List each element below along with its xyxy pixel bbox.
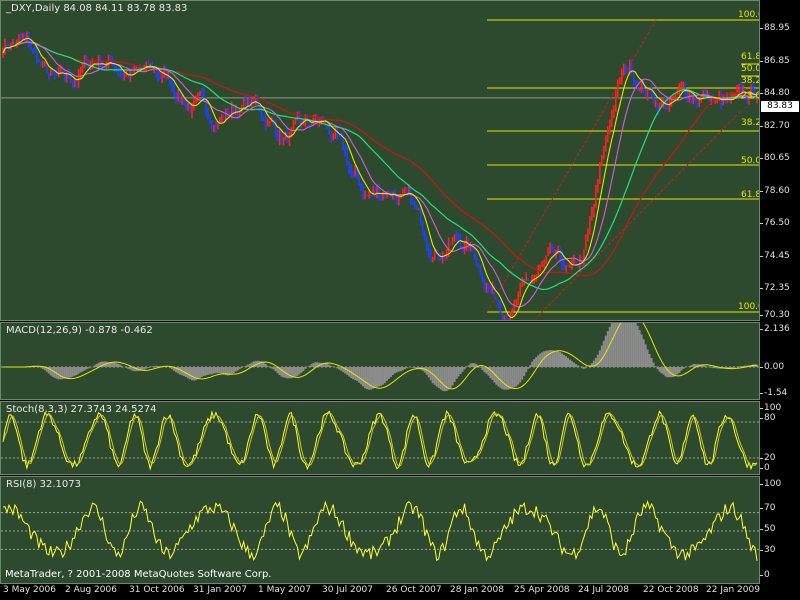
stochastic-label: Stoch(8,3,3) 27.3743 24.5274 <box>6 404 157 415</box>
stoch-tick: 100 <box>759 403 782 413</box>
time-tick: 25 Apr 2008 <box>514 585 570 595</box>
rsi-tick: 100 <box>759 479 782 489</box>
macd-pane[interactable]: MACD(12,26,9) -0.878 -0.462 <box>0 322 760 400</box>
macd-tick: -1.54 <box>759 388 788 398</box>
fib-label-100-bottom: 100.0 <box>738 302 759 312</box>
fib-label-38-2-top: 38.2 <box>741 76 760 86</box>
fib-label-61-8-top: 61.8 <box>741 52 760 62</box>
fib-label-50-top: 50.0 <box>741 64 760 74</box>
time-tick: 30 Jul 2007 <box>322 585 373 595</box>
rsi-pane[interactable]: RSI(8) 32.1073 <box>0 476 760 584</box>
time-tick: 3 May 2006 <box>3 585 56 595</box>
macd-tick: 2.136 <box>760 324 790 334</box>
fib-label-100-top: 100.0 <box>738 10 759 20</box>
current-price-marker: 83.83 <box>761 101 799 112</box>
stoch-signal-line <box>2 412 758 468</box>
rsi-tick: 0 <box>760 570 770 580</box>
moving-average-slow <box>2 41 758 277</box>
time-tick: 26 Oct 2007 <box>386 585 442 595</box>
price-tick: 76.50 <box>760 218 790 228</box>
time-tick: 1 May 2007 <box>258 585 311 595</box>
stochastic-pane[interactable]: Stoch(8,3,3) 27.3743 24.5274 <box>0 401 760 475</box>
price-tick: 84.80 <box>760 88 790 98</box>
rsi-tick: 50 <box>759 524 776 534</box>
symbol-label: _DXY,Daily 84.08 84.11 83.78 83.83 <box>6 3 188 14</box>
time-tick: 22 Jan 2009 <box>706 585 760 595</box>
macd-tick: 0.00 <box>759 362 785 372</box>
fib-trendline <box>537 110 742 317</box>
stoch-tick: 0 <box>760 463 770 473</box>
time-tick: 22 Oct 2008 <box>643 585 699 595</box>
stoch-tick: 80 <box>759 413 776 423</box>
time-tick: 31 Oct 2006 <box>129 585 185 595</box>
time-tick: 28 Jan 2008 <box>450 585 504 595</box>
fib-label-61-8: 61.8 <box>741 190 760 200</box>
rsi-label: RSI(8) 32.1073 <box>6 479 81 490</box>
price-tick: 86.85 <box>760 56 790 66</box>
time-axis[interactable]: 3 May 2006 2 Aug 2006 31 Oct 2006 31 Jan… <box>0 584 760 600</box>
price-scale[interactable]: 88.95 86.85 84.80 82.70 80.65 78.60 76.5… <box>760 0 800 321</box>
fib-label-50: 50.0 <box>741 156 760 166</box>
macd-scale: 2.136 0.00 -1.54 <box>759 322 800 400</box>
macd-label: MACD(12,26,9) -0.878 -0.462 <box>6 325 153 336</box>
time-tick: 24 Jul 2008 <box>578 585 629 595</box>
rsi-scale: 100 70 50 30 0 <box>759 476 800 584</box>
price-tick: 70.30 <box>760 310 790 320</box>
price-tick: 80.65 <box>760 153 790 163</box>
price-chart-canvas <box>1 19 759 320</box>
copyright-text: MetaTrader, ? 2001-2008 MetaQuotes Softw… <box>5 569 272 580</box>
rsi-line <box>2 499 758 562</box>
fib-label-23-6: 23.6 <box>741 91 760 101</box>
rsi-tick: 30 <box>759 545 776 555</box>
metatrader-terminal: _DXY,Daily 84.08 84.11 83.78 83.83 100.0… <box>0 0 800 600</box>
fib-label-38-2: 38.2 <box>741 118 760 128</box>
price-tick: 78.60 <box>760 186 790 196</box>
stoch-tick: 20 <box>759 453 776 463</box>
price-tick: 74.45 <box>760 251 790 261</box>
time-tick: 31 Jan 2007 <box>193 585 247 595</box>
price-chart-pane[interactable]: _DXY,Daily 84.08 84.11 83.78 83.83 100.0… <box>0 0 760 321</box>
time-tick: 2 Aug 2006 <box>65 585 117 595</box>
rsi-tick: 70 <box>759 503 776 513</box>
stochastic-scale: 100 80 20 0 <box>759 401 800 475</box>
price-tick: 82.70 <box>760 121 790 131</box>
price-tick: 88.95 <box>760 23 790 33</box>
price-tick: 72.35 <box>760 283 790 293</box>
rsi-canvas <box>1 499 759 562</box>
